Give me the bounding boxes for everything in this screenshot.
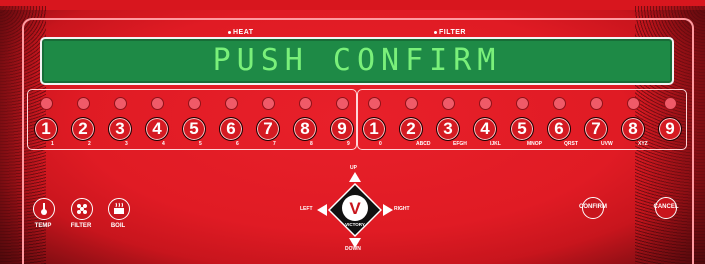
left-key-sublabel-1: 1 — [51, 141, 54, 147]
thermometer-icon — [41, 203, 47, 215]
left-led-6 — [225, 97, 238, 110]
left-key-7[interactable]: 7 — [256, 117, 280, 141]
right-led-8 — [627, 97, 640, 110]
right-label: RIGHT — [394, 206, 410, 212]
left-led-8 — [299, 97, 312, 110]
boil-button[interactable] — [108, 198, 130, 220]
boil-label: BOIL — [110, 223, 126, 229]
right-key-6[interactable]: 6 — [547, 117, 571, 141]
filter-label: FILTER — [70, 223, 92, 229]
filter-indicator-label: FILTER — [439, 29, 466, 36]
display-text: PUSH CONFIRM — [212, 43, 502, 78]
left-key-sublabel-5: 5 — [199, 141, 202, 147]
confirm-label: CONFIRM — [579, 204, 607, 210]
right-key-4[interactable]: 4 — [473, 117, 497, 141]
top-bar — [0, 0, 705, 10]
heat-indicator: HEAT — [228, 29, 254, 36]
right-key-9[interactable]: 9 — [658, 117, 682, 141]
right-key-5[interactable]: 5 — [510, 117, 534, 141]
left-key-9[interactable]: 9 — [330, 117, 354, 141]
heat-indicator-label: HEAT — [233, 29, 254, 36]
right-key-7[interactable]: 7 — [584, 117, 608, 141]
right-led-7 — [590, 97, 603, 110]
right-key-1[interactable]: 1 — [362, 117, 386, 141]
heat-indicator-dot — [228, 30, 231, 34]
right-led-4 — [479, 97, 492, 110]
left-led-4 — [151, 97, 164, 110]
right-key-sublabel-3: EFGH — [453, 141, 467, 147]
boil-icon — [114, 202, 124, 214]
cancel-label: CANCEL — [653, 204, 679, 210]
right-led-6 — [553, 97, 566, 110]
left-label: LEFT — [300, 206, 313, 212]
left-key-4[interactable]: 4 — [145, 117, 169, 141]
logo-letter: V — [349, 199, 361, 218]
right-led-9 — [664, 97, 677, 110]
fryer-control-panel: HEAT FILTER PUSH CONFIRM 112233445566778… — [0, 0, 705, 264]
left-led-9 — [336, 97, 349, 110]
left-led-7 — [262, 97, 275, 110]
right-led-2 — [405, 97, 418, 110]
right-key-sublabel-7: UVW — [601, 141, 613, 147]
filter-icon — [77, 204, 87, 214]
left-key-6[interactable]: 6 — [219, 117, 243, 141]
right-arrow-icon[interactable] — [383, 204, 393, 216]
right-key-sublabel-1: 0 — [379, 141, 382, 147]
right-key-sublabel-4: IJKL — [490, 141, 501, 147]
left-key-sublabel-6: 6 — [236, 141, 239, 147]
left-key-sublabel-2: 2 — [88, 141, 91, 147]
right-key-2[interactable]: 2 — [399, 117, 423, 141]
left-key-sublabel-4: 4 — [162, 141, 165, 147]
right-key-8[interactable]: 8 — [621, 117, 645, 141]
right-led-3 — [442, 97, 455, 110]
left-key-sublabel-8: 8 — [310, 141, 313, 147]
filter-button[interactable] — [71, 198, 93, 220]
left-key-sublabel-9: 9 — [347, 141, 350, 147]
up-arrow-icon[interactable] — [349, 172, 361, 182]
logo-text: VICTORY — [345, 222, 365, 227]
left-key-sublabel-3: 3 — [125, 141, 128, 147]
right-key-sublabel-2: ABCD — [416, 141, 431, 147]
left-key-3[interactable]: 3 — [108, 117, 132, 141]
right-key-sublabel-6: QRST — [564, 141, 578, 147]
left-key-8[interactable]: 8 — [293, 117, 317, 141]
right-key-3[interactable]: 3 — [436, 117, 460, 141]
lcd-display: PUSH CONFIRM — [40, 37, 674, 85]
left-led-5 — [188, 97, 201, 110]
right-key-sublabel-5: MNOP — [527, 141, 542, 147]
filter-indicator: FILTER — [434, 29, 466, 36]
left-led-2 — [77, 97, 90, 110]
temp-label: TEMP — [34, 223, 52, 229]
down-label: DOWN — [345, 246, 361, 252]
left-key-1[interactable]: 1 — [34, 117, 58, 141]
direction-pad: V VICTORY — [317, 172, 393, 248]
right-led-5 — [516, 97, 529, 110]
up-label: UP — [350, 165, 357, 171]
left-arrow-icon[interactable] — [317, 204, 327, 216]
left-led-3 — [114, 97, 127, 110]
left-key-2[interactable]: 2 — [71, 117, 95, 141]
left-led-1 — [40, 97, 53, 110]
right-key-sublabel-8: XYZ — [638, 141, 648, 147]
left-key-5[interactable]: 5 — [182, 117, 206, 141]
left-key-sublabel-7: 7 — [273, 141, 276, 147]
temp-button[interactable] — [33, 198, 55, 220]
right-led-1 — [368, 97, 381, 110]
filter-indicator-dot — [434, 30, 437, 34]
